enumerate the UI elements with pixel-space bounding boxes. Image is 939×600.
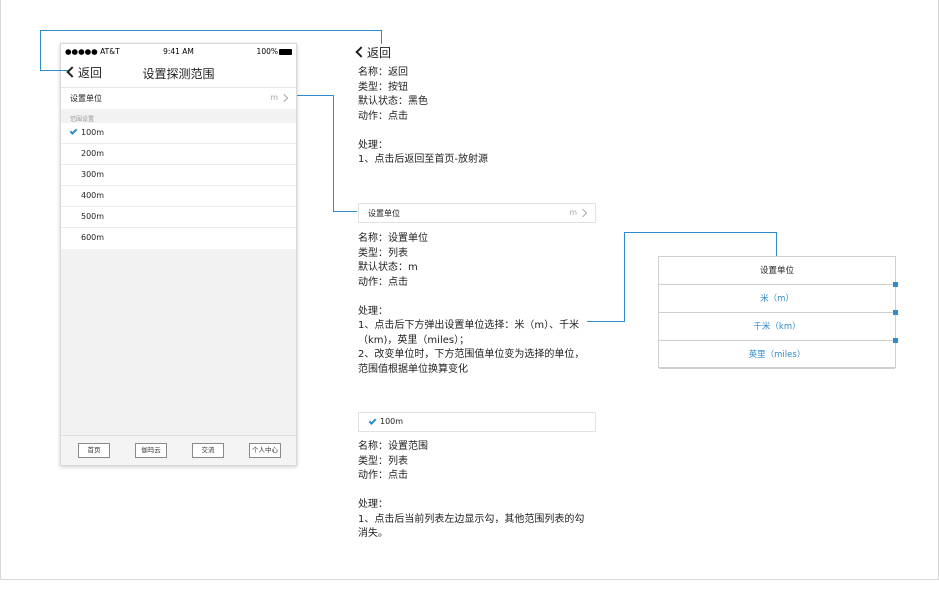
canvas: ●●●●● AT&T 9:41 AM 100% 返回 设置探测范围 设置单位 m…: [0, 0, 939, 600]
range-item-500m[interactable]: 500m: [61, 207, 296, 228]
anchor-pin-icon: [893, 310, 898, 315]
annotation-back-text: 名称：返回 类型：按钮 默认状态：黑色 动作：点击 处理： 1、点击后返回至首页…: [358, 67, 488, 165]
range-item-200m[interactable]: 200m: [61, 144, 296, 165]
connector-line: [333, 211, 357, 212]
picker-option-miles[interactable]: 英里（miles）: [659, 341, 895, 369]
check-icon: [69, 127, 78, 135]
range-section-title: 范围设置: [70, 116, 95, 123]
anchor-pin-icon: [893, 338, 898, 343]
range-label: 500m: [81, 212, 105, 221]
chevron-left-icon: [355, 46, 367, 58]
check-icon: [368, 417, 377, 425]
connector-line: [587, 321, 625, 322]
connector-line: [40, 70, 68, 71]
annotation-unit-text: 名称：设置单位 类型：列表 默认状态：m 动作：点击 处理： 1、点击后下方弹出…: [358, 233, 585, 375]
unit-setting-row[interactable]: 设置单位 m: [61, 87, 296, 109]
connector-line: [40, 30, 41, 70]
chevron-right-icon: [578, 208, 588, 218]
tab-exchange[interactable]: 交流: [192, 443, 224, 458]
battery-status: 100%: [257, 47, 292, 56]
annotation-unit-value: m: [569, 208, 577, 217]
range-label: 100m: [81, 128, 105, 137]
range-item-600m[interactable]: 600m: [61, 228, 296, 249]
picker-option-kilometer[interactable]: 千米（km）: [659, 313, 895, 341]
range-label: 600m: [81, 233, 105, 242]
connector-line: [381, 30, 382, 44]
annotation-range-text: 名称：设置范围 类型：列表 动作：点击 处理： 1、点击后当前列表左边显示勾，其…: [358, 441, 585, 539]
annotation-unit-label: 设置单位: [368, 209, 400, 218]
battery-icon: [279, 49, 292, 55]
chevron-right-icon: [279, 93, 289, 103]
annotation-range-label: 100m: [380, 417, 404, 426]
unit-setting-value: m: [270, 93, 278, 102]
annotation-back-label: 返回: [367, 46, 392, 60]
range-list: 100m 200m 300m 400m 500m 600m: [61, 123, 296, 249]
unit-setting-label: 设置单位: [70, 94, 102, 103]
range-label: 400m: [81, 191, 105, 200]
connector-line: [776, 232, 777, 256]
picker-title: 设置单位: [659, 257, 895, 285]
phone-mockup: ●●●●● AT&T 9:41 AM 100% 返回 设置探测范围 设置单位 m…: [60, 43, 297, 466]
connector-line: [297, 95, 334, 96]
annotation-back-button: 返回: [355, 44, 392, 61]
connector-line: [624, 232, 625, 322]
tab-bar: 首页 伽玛云 交流 个人中心: [61, 435, 296, 465]
unit-picker-popup: 设置单位 米（m） 千米（km） 英里（miles）: [658, 256, 898, 369]
battery-label: 100%: [256, 47, 278, 56]
range-label: 300m: [81, 170, 105, 179]
picker-option-meter[interactable]: 米（m）: [659, 285, 895, 313]
range-item-400m[interactable]: 400m: [61, 186, 296, 207]
range-item-100m[interactable]: 100m: [61, 123, 296, 144]
annotation-range-row: 100m: [358, 412, 596, 432]
annotation-unit-row: 设置单位 m: [358, 203, 596, 223]
tab-gamma-cloud[interactable]: 伽玛云: [135, 443, 167, 458]
connector-line: [333, 95, 334, 212]
nav-bar: 返回 设置探测范围: [61, 59, 296, 87]
range-label: 200m: [81, 149, 105, 158]
status-bar: ●●●●● AT&T 9:41 AM 100%: [61, 44, 296, 59]
anchor-pin-icon: [893, 282, 898, 287]
connector-line: [624, 232, 777, 233]
page-title: 设置探测范围: [142, 67, 215, 81]
tab-personal-center[interactable]: 个人中心: [249, 443, 281, 458]
connector-line: [40, 30, 382, 31]
range-item-300m[interactable]: 300m: [61, 165, 296, 186]
tab-home[interactable]: 首页: [78, 443, 110, 458]
